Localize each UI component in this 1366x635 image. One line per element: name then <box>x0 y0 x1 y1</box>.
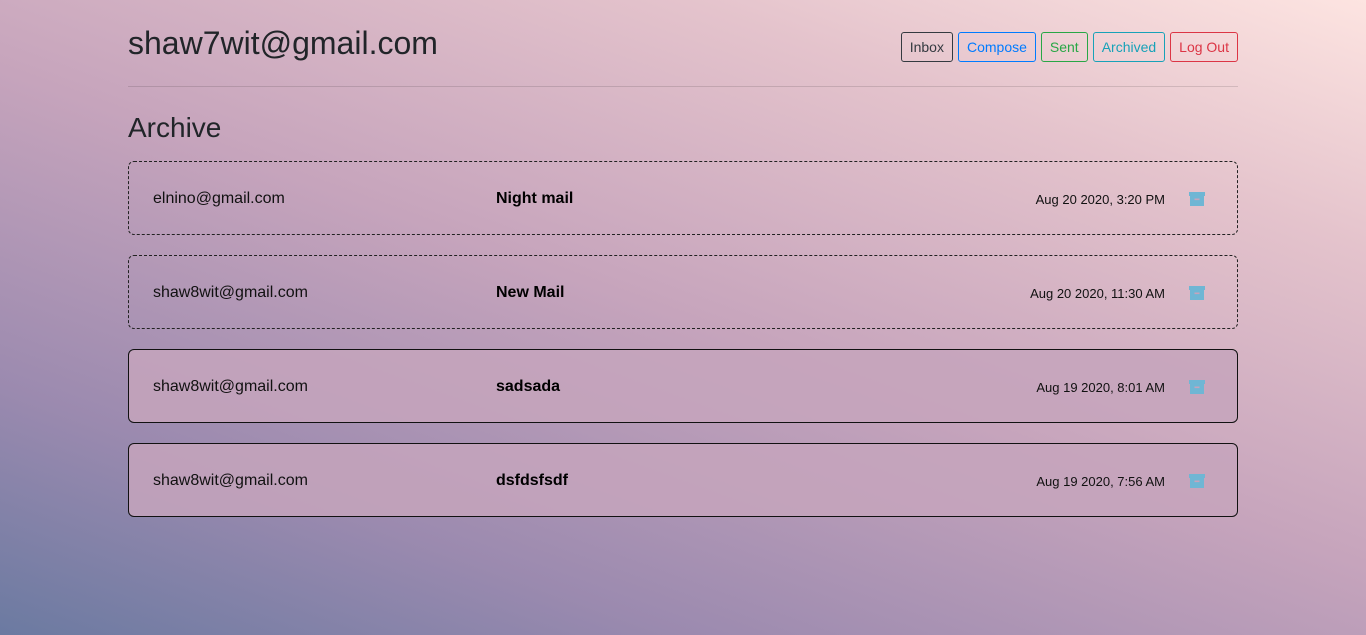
mail-subject: dsfdsfsdf <box>496 472 568 489</box>
mail-timestamp: Aug 19 2020, 8:01 AM <box>1036 380 1165 395</box>
logout-button[interactable]: Log Out <box>1170 32 1238 62</box>
nav-buttons: Inbox Compose Sent Archived Log Out <box>900 32 1238 62</box>
mail-timestamp: Aug 20 2020, 11:30 AM <box>1030 286 1165 301</box>
mail-timestamp: Aug 19 2020, 7:56 AM <box>1036 474 1165 489</box>
mail-timestamp: Aug 20 2020, 3:20 PM <box>1035 192 1165 207</box>
mail-item[interactable]: elnino@gmail.com Night mail Aug 20 2020,… <box>128 161 1238 235</box>
mail-subject: Night mail <box>496 190 574 207</box>
archive-box-icon[interactable] <box>1189 379 1205 395</box>
mail-sender: shaw8wit@gmail.com <box>153 472 308 489</box>
mail-sender: shaw8wit@gmail.com <box>153 378 308 395</box>
archived-button[interactable]: Archived <box>1092 32 1166 62</box>
sent-button[interactable]: Sent <box>1040 32 1088 62</box>
mail-subject: New Mail <box>496 284 565 301</box>
header-divider <box>128 86 1238 87</box>
user-email-heading: shaw7wit@gmail.com <box>128 25 438 61</box>
mail-list: elnino@gmail.com Night mail Aug 20 2020,… <box>128 161 1238 537</box>
mail-subject: sadsada <box>496 378 561 395</box>
page-title: Archive <box>128 112 222 143</box>
mail-item[interactable]: shaw8wit@gmail.com sadsada Aug 19 2020, … <box>128 349 1238 423</box>
inbox-button[interactable]: Inbox <box>900 32 953 62</box>
archive-box-icon[interactable] <box>1189 191 1205 207</box>
archive-box-icon[interactable] <box>1189 473 1205 489</box>
archive-box-icon[interactable] <box>1189 285 1205 301</box>
compose-button[interactable]: Compose <box>957 32 1036 62</box>
mail-item[interactable]: shaw8wit@gmail.com New Mail Aug 20 2020,… <box>128 255 1238 329</box>
mail-item[interactable]: shaw8wit@gmail.com dsfdsfsdf Aug 19 2020… <box>128 443 1238 517</box>
mail-sender: elnino@gmail.com <box>153 190 285 207</box>
mail-sender: shaw8wit@gmail.com <box>153 284 308 301</box>
